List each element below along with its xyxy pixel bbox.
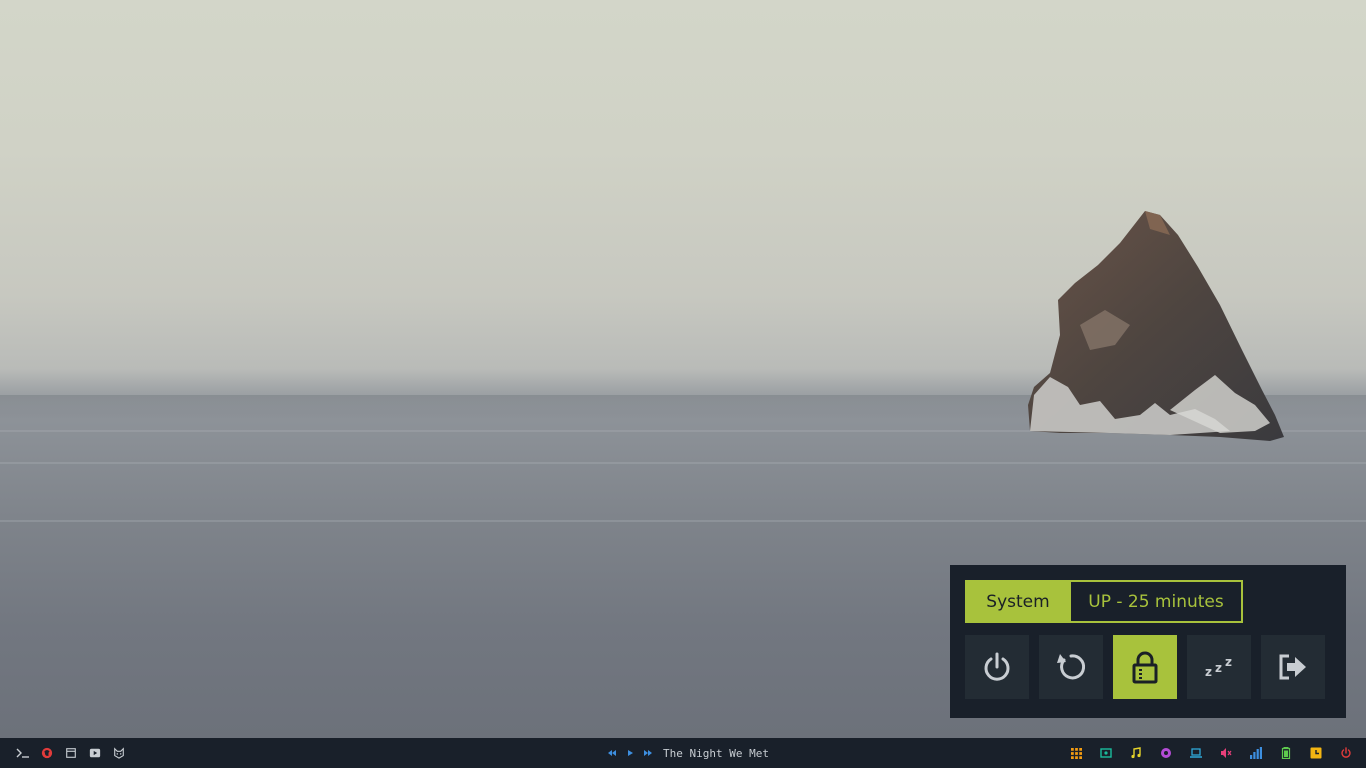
taskbar: The Night We Met — [0, 738, 1366, 768]
power-menu: System UP - 25 minutes z z z — [950, 565, 1346, 718]
apps-grid-icon[interactable] — [1068, 745, 1084, 761]
power-menu-buttons: z z z — [965, 635, 1325, 699]
power-menu-title: System — [965, 580, 1071, 623]
previous-icon[interactable] — [607, 748, 617, 758]
next-icon[interactable] — [643, 748, 653, 758]
play-icon[interactable] — [625, 748, 635, 758]
lock-icon — [1132, 651, 1158, 684]
launcher-group — [16, 738, 126, 768]
browser-icon[interactable] — [40, 746, 54, 760]
media-player: The Night We Met — [607, 738, 769, 768]
sea-rock — [1028, 211, 1284, 441]
reboot-button[interactable] — [1039, 635, 1103, 699]
logout-icon — [1279, 654, 1306, 680]
laptop-icon[interactable] — [1188, 745, 1204, 761]
clock-icon[interactable] — [1308, 745, 1324, 761]
power-icon — [984, 652, 1010, 681]
svg-text:z: z — [1225, 655, 1232, 669]
reboot-icon — [1057, 654, 1086, 680]
sleep-icon: z z z — [1205, 655, 1232, 679]
cpu-icon[interactable] — [1158, 745, 1174, 761]
track-title: The Night We Met — [663, 746, 769, 760]
logout-button[interactable] — [1261, 635, 1325, 699]
svg-text:z: z — [1215, 661, 1222, 675]
terminal-icon[interactable] — [16, 746, 30, 760]
battery-icon[interactable] — [1278, 745, 1294, 761]
volume-muted-icon[interactable] — [1218, 745, 1234, 761]
files-icon[interactable] — [64, 746, 78, 760]
display-icon[interactable] — [1098, 745, 1114, 761]
power-menu-header: System UP - 25 minutes — [965, 580, 1243, 623]
lock-button[interactable] — [1113, 635, 1177, 699]
power-icon[interactable] — [1338, 745, 1354, 761]
shutdown-button[interactable] — [965, 635, 1029, 699]
suspend-button[interactable]: z z z — [1187, 635, 1251, 699]
uptime-label: UP - 25 minutes — [1071, 580, 1243, 623]
music-note-icon[interactable] — [1128, 745, 1144, 761]
svg-text:z: z — [1205, 665, 1212, 679]
signal-icon[interactable] — [1248, 745, 1264, 761]
youtube-icon[interactable] — [88, 746, 102, 760]
cat-icon[interactable] — [112, 746, 126, 760]
system-tray — [1068, 738, 1354, 768]
